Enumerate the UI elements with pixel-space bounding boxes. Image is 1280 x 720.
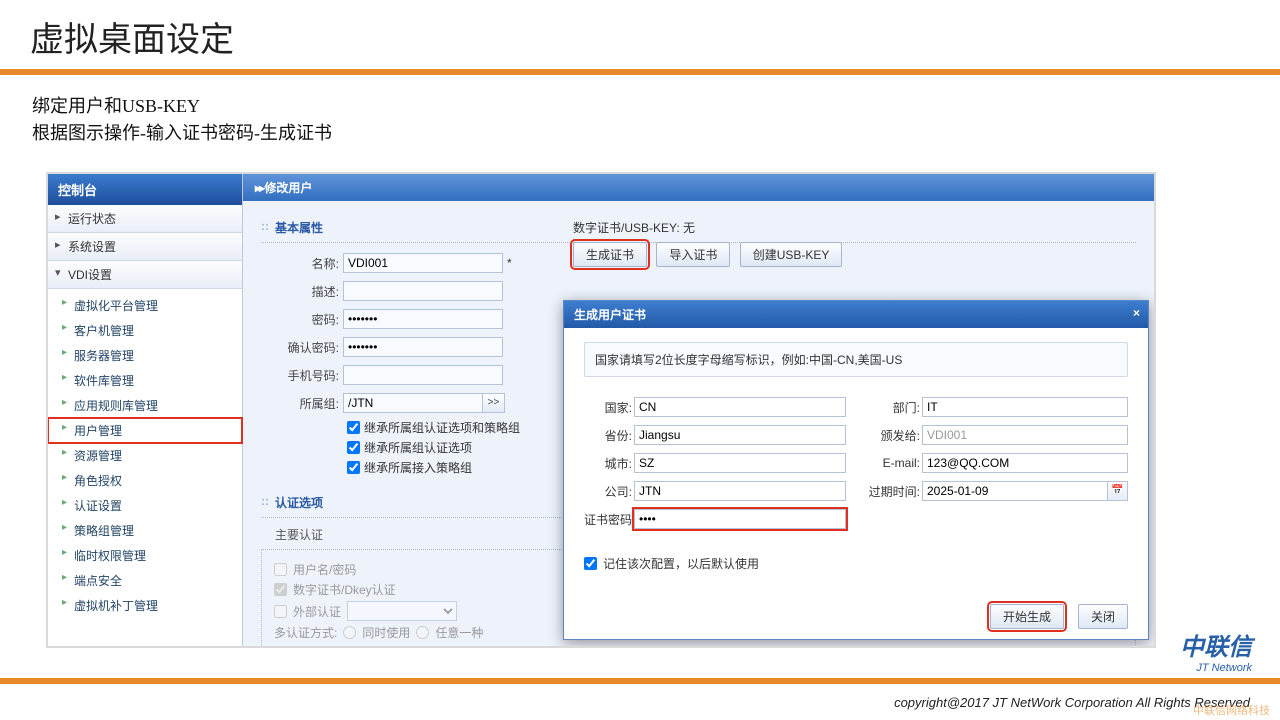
multi-opt-2: 任意一种 bbox=[435, 624, 483, 641]
in-email[interactable] bbox=[922, 453, 1128, 473]
label-group: 所属组: bbox=[261, 395, 343, 412]
dialog-close-icon[interactable]: × bbox=[1133, 306, 1140, 320]
tree-item-server[interactable]: 服务器管理 bbox=[48, 343, 242, 368]
app-screenshot: 控制台 运行状态 系统设置 VDI设置 虚拟化平台管理 客户机管理 服务器管理 … bbox=[46, 172, 1156, 648]
in-country[interactable] bbox=[634, 397, 846, 417]
chk-inherit-2-label: 继承所属组认证选项 bbox=[364, 439, 472, 456]
lbl-dept: 部门: bbox=[866, 399, 922, 416]
required-mark: * bbox=[507, 256, 512, 270]
multi-opt-1: 同时使用 bbox=[362, 624, 410, 641]
label-name: 名称: bbox=[261, 255, 343, 272]
chk-auth-userpass bbox=[274, 563, 287, 576]
calendar-icon[interactable]: 📅 bbox=[1108, 481, 1128, 501]
logo-cn: 中联信 bbox=[1180, 627, 1252, 662]
auth-opt-2: 数字证书/Dkey认证 bbox=[293, 581, 396, 598]
radio-any bbox=[416, 626, 429, 639]
remember-label: 记住该次配置，以后默认使用 bbox=[603, 555, 759, 572]
import-cert-button[interactable]: 导入证书 bbox=[656, 242, 730, 267]
slide-title: 虚拟桌面设定 bbox=[0, 0, 1280, 69]
tree-item-user-mgmt[interactable]: 用户管理 bbox=[48, 418, 242, 443]
in-company[interactable] bbox=[634, 481, 846, 501]
auth-opt-1: 用户名/密码 bbox=[293, 561, 356, 578]
start-gen-button[interactable]: 开始生成 bbox=[990, 604, 1064, 629]
input-pwd2[interactable] bbox=[343, 337, 503, 357]
label-desc: 描述: bbox=[261, 283, 343, 300]
in-issued bbox=[922, 425, 1128, 445]
gen-cert-button[interactable]: 生成证书 bbox=[573, 242, 647, 267]
input-desc[interactable] bbox=[343, 281, 503, 301]
cert-value: 无 bbox=[683, 221, 695, 235]
lbl-country: 国家: bbox=[584, 399, 634, 416]
acc-system-settings[interactable]: 系统设置 bbox=[48, 233, 242, 261]
chk-inherit-1-label: 继承所属组认证选项和策略组 bbox=[364, 419, 520, 436]
tree-item-resource[interactable]: 资源管理 bbox=[48, 443, 242, 468]
cert-area: 数字证书/USB-KEY: 无 生成证书 导入证书 创建USB-KEY bbox=[573, 219, 848, 267]
group-browse-button[interactable]: >> bbox=[483, 393, 505, 413]
sidebar-header: 控制台 bbox=[48, 174, 242, 205]
tree-item-softlib[interactable]: 软件库管理 bbox=[48, 368, 242, 393]
tree-item-platform[interactable]: 虚拟化平台管理 bbox=[48, 293, 242, 318]
multi-auth-label: 多认证方式: bbox=[274, 624, 337, 641]
input-pwd[interactable] bbox=[343, 309, 503, 329]
chk-auth-cert bbox=[274, 583, 287, 596]
main-panel: 修改用户 基本属性 名称: * 描述: 密码: 确认密码: bbox=[243, 174, 1154, 646]
dialog-title: 生成用户证书 × bbox=[564, 301, 1148, 328]
tree-item-policy[interactable]: 策略组管理 bbox=[48, 518, 242, 543]
sidebar: 控制台 运行状态 系统设置 VDI设置 虚拟化平台管理 客户机管理 服务器管理 … bbox=[48, 174, 243, 646]
chk-remember[interactable] bbox=[584, 557, 597, 570]
chk-inherit-3[interactable] bbox=[347, 461, 360, 474]
acc-running-status[interactable]: 运行状态 bbox=[48, 205, 242, 233]
divider-bottom bbox=[0, 678, 1280, 684]
chk-inherit-1[interactable] bbox=[347, 421, 360, 434]
in-dept[interactable] bbox=[922, 397, 1128, 417]
acc-vdi-settings[interactable]: VDI设置 bbox=[48, 261, 242, 289]
in-certpwd[interactable] bbox=[634, 509, 846, 529]
in-city[interactable] bbox=[634, 453, 846, 473]
logo-en: JT Network bbox=[1180, 662, 1252, 674]
sidebar-tree: 虚拟化平台管理 客户机管理 服务器管理 软件库管理 应用规则库管理 用户管理 资… bbox=[48, 289, 242, 646]
create-usbkey-button[interactable]: 创建USB-KEY bbox=[740, 242, 843, 267]
close-button[interactable]: 关闭 bbox=[1078, 604, 1128, 629]
tree-item-patch[interactable]: 虚拟机补丁管理 bbox=[48, 593, 242, 618]
tree-item-temp-perm[interactable]: 临时权限管理 bbox=[48, 543, 242, 568]
logo: 中联信 JT Network bbox=[1180, 627, 1252, 674]
slide-description: 绑定用户和USB-KEY 根据图示操作-输入证书密码-生成证书 bbox=[0, 75, 1280, 151]
tree-item-endpoint[interactable]: 端点安全 bbox=[48, 568, 242, 593]
chk-auth-ext bbox=[274, 605, 287, 618]
lbl-certpwd: 证书密码: bbox=[584, 511, 634, 528]
tree-item-auth-settings[interactable]: 认证设置 bbox=[48, 493, 242, 518]
desc-line-1: 绑定用户和USB-KEY bbox=[32, 93, 1248, 120]
auth-opt-3: 外部认证 bbox=[293, 603, 341, 620]
lbl-expire: 过期时间: bbox=[866, 483, 922, 500]
dialog-hint: 国家请填写2位长度字母缩写标识，例如:中国-CN,美国-US bbox=[584, 342, 1128, 377]
radio-both bbox=[343, 626, 356, 639]
label-pwd2: 确认密码: bbox=[261, 339, 343, 356]
label-phone: 手机号码: bbox=[261, 367, 343, 384]
watermark: 中联信网络科技 bbox=[1193, 702, 1270, 718]
lbl-company: 公司: bbox=[584, 483, 634, 500]
input-group[interactable] bbox=[343, 393, 483, 413]
in-expire[interactable] bbox=[922, 481, 1108, 501]
lbl-email: E-mail: bbox=[866, 456, 922, 470]
cert-label: 数字证书/USB-KEY: bbox=[573, 221, 680, 235]
label-pwd: 密码: bbox=[261, 311, 343, 328]
main-header: 修改用户 bbox=[243, 174, 1154, 201]
tree-item-client[interactable]: 客户机管理 bbox=[48, 318, 242, 343]
gen-cert-dialog: 生成用户证书 × 国家请填写2位长度字母缩写标识，例如:中国-CN,美国-US … bbox=[563, 300, 1149, 640]
input-name[interactable] bbox=[343, 253, 503, 273]
chk-inherit-2[interactable] bbox=[347, 441, 360, 454]
chk-inherit-3-label: 继承所属接入策略组 bbox=[364, 459, 472, 476]
lbl-province: 省份: bbox=[584, 427, 634, 444]
lbl-city: 城市: bbox=[584, 455, 634, 472]
tree-item-rulelib[interactable]: 应用规则库管理 bbox=[48, 393, 242, 418]
select-ext-auth bbox=[347, 601, 457, 621]
tree-item-role[interactable]: 角色授权 bbox=[48, 468, 242, 493]
input-phone[interactable] bbox=[343, 365, 503, 385]
in-province[interactable] bbox=[634, 425, 846, 445]
lbl-issued: 颁发给: bbox=[866, 427, 922, 444]
desc-line-2: 根据图示操作-输入证书密码-生成证书 bbox=[32, 120, 1248, 147]
